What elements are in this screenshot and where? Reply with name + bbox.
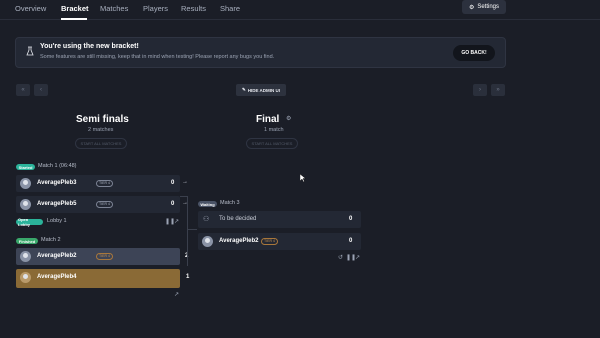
tier-badge: TIER 4 xyxy=(96,201,113,208)
hide-admin-ui-label: HIDE ADMIN UI xyxy=(247,87,281,93)
round-title-semi-finals: Semi finals xyxy=(76,114,129,125)
score: 0 xyxy=(349,238,353,244)
match-1-player-1[interactable]: AveragePleb3 TIER 4 0 → xyxy=(16,175,188,192)
external-link-icon[interactable]: ↗ xyxy=(174,218,179,225)
undo-icon[interactable]: ↺ xyxy=(338,254,343,261)
connector-line xyxy=(187,229,197,230)
tab-overview[interactable]: Overview xyxy=(15,4,46,13)
tab-matches[interactable]: Matches xyxy=(100,4,128,13)
banner-text: Some features are still missing, keep th… xyxy=(40,54,275,60)
match-1-player-2[interactable]: AveragePleb5 TIER 4 0 → xyxy=(16,196,188,213)
lobby-label: Lobby 1 xyxy=(47,218,67,224)
external-link-icon[interactable]: ↗ xyxy=(355,254,360,261)
tab-share[interactable]: Share xyxy=(220,4,240,13)
prev-page-button[interactable]: ‹ xyxy=(34,84,48,96)
match-2-player-1[interactable]: AveragePleb2 TIER 4 2 xyxy=(16,248,188,265)
match-2-player-2[interactable]: AveragePleb4 1 xyxy=(16,269,189,288)
match-1-label: Match 1 (06:48) xyxy=(38,163,77,169)
settings-label: Settings xyxy=(477,4,500,10)
tier-badge: TIER 4 xyxy=(96,253,113,260)
tier-badge: TIER 4 xyxy=(96,180,113,187)
status-badge-finished: Finished xyxy=(16,238,38,244)
go-back-button[interactable]: GO BACK! xyxy=(453,45,495,61)
avatar xyxy=(20,178,31,189)
external-link-icon[interactable]: ↗ xyxy=(174,291,179,298)
player-name: AveragePleb4 xyxy=(37,274,77,280)
flask-icon xyxy=(26,46,34,56)
last-page-button[interactable]: » xyxy=(491,84,505,96)
start-all-matches-button-semi[interactable]: START ALL MATCHES xyxy=(75,138,127,149)
mouse-cursor-icon xyxy=(300,174,306,183)
player-name: AveragePleb2 xyxy=(37,253,77,259)
hide-admin-ui-button[interactable]: ✎ HIDE ADMIN UI xyxy=(236,84,286,96)
score: 1 xyxy=(186,274,190,280)
gear-icon[interactable]: ⚙ xyxy=(286,115,291,122)
match-3-player-2[interactable]: AveragePleb2 TIER 4 0 xyxy=(198,233,361,250)
player-name: AveragePleb2 xyxy=(219,238,259,244)
score: 0 xyxy=(349,216,353,222)
score: 0 xyxy=(171,201,175,207)
round-subtitle-final: 1 match xyxy=(264,127,284,133)
users-icon: ⚇ xyxy=(203,216,210,223)
tier-badge: TIER 4 xyxy=(261,238,278,245)
arrow-right-icon[interactable]: → xyxy=(182,179,188,185)
player-name: AveragePleb3 xyxy=(37,180,77,186)
banner-title: You're using the new bracket! xyxy=(40,43,139,50)
tab-bracket-underline xyxy=(61,18,87,20)
player-name: To be decided xyxy=(219,216,257,222)
status-badge-waiting: Waiting xyxy=(198,201,217,207)
avatar xyxy=(20,272,31,283)
tab-bracket[interactable]: Bracket xyxy=(61,4,89,13)
new-bracket-banner: You're using the new bracket! Some featu… xyxy=(15,37,506,68)
round-title-final: Final xyxy=(256,114,280,125)
player-name: AveragePleb5 xyxy=(37,201,77,207)
round-subtitle-semi-finals: 2 matches xyxy=(88,127,114,133)
status-badge-open-lobby: Open Lobby xyxy=(16,217,43,227)
match-3-player-1[interactable]: ⚇ To be decided 0 xyxy=(198,211,361,228)
avatar xyxy=(20,251,31,262)
first-page-button[interactable]: « xyxy=(16,84,30,96)
settings-button[interactable]: ⚙ Settings xyxy=(462,0,506,14)
score: 0 xyxy=(171,180,175,186)
connector-line xyxy=(187,196,188,266)
start-all-matches-button-final[interactable]: START ALL MATCHES xyxy=(246,138,298,149)
wrench-icon: ✎ xyxy=(241,87,246,92)
avatar xyxy=(202,236,213,247)
tab-players[interactable]: Players xyxy=(143,4,168,13)
match-3-label: Match 3 xyxy=(220,200,240,206)
next-page-button[interactable]: › xyxy=(473,84,487,96)
gear-icon: ⚙ xyxy=(468,4,475,11)
status-badge-started: Started xyxy=(16,164,35,170)
match-2-label: Match 2 xyxy=(41,237,61,243)
top-nav: Overview Bracket Matches Players Results… xyxy=(0,0,600,20)
tab-results[interactable]: Results xyxy=(181,4,206,13)
avatar xyxy=(20,199,31,210)
